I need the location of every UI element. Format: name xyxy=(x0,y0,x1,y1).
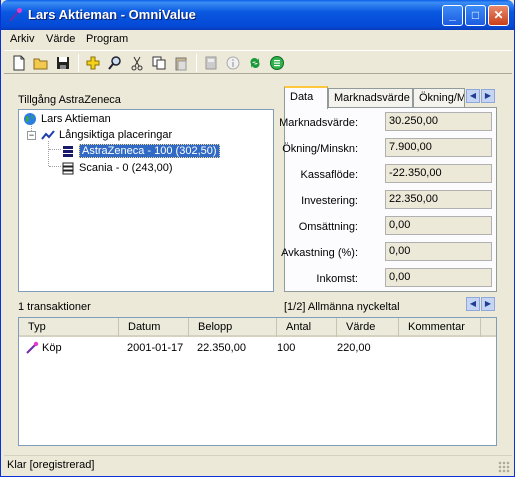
field-label: Marknadsvärde: xyxy=(279,117,358,129)
tree-node-scania[interactable]: Scania - 0 (243,00) xyxy=(61,160,173,176)
info-icon[interactable] xyxy=(224,54,242,72)
toolbar-separator xyxy=(78,54,79,72)
paste-icon[interactable] xyxy=(172,54,190,72)
field-label: Inkomst: xyxy=(316,273,358,285)
menu-program[interactable]: Program xyxy=(86,33,128,45)
page-indicator: [1/2] Allmänna nyckeltal xyxy=(284,301,400,313)
tab-marknadsvarde[interactable]: Marknadsvärde xyxy=(328,88,413,108)
omsattning-field: 0,00 xyxy=(385,216,492,235)
cell-typ: Köp xyxy=(42,342,62,354)
list-icon[interactable] xyxy=(268,54,286,72)
page-prev-icon[interactable]: ◀ xyxy=(466,297,480,311)
menu-varde[interactable]: Värde xyxy=(46,33,75,45)
menu-arkiv[interactable]: Arkiv xyxy=(10,33,34,45)
field-label: Avkastning (%): xyxy=(281,247,358,259)
field-label: Investering: xyxy=(301,195,358,207)
status-text: Klar [oregistrerad] xyxy=(7,459,95,471)
data-tab-panel: Marknadsvärde: 30.250,00 Ökning/Minskn: … xyxy=(279,107,497,292)
window-title: Lars Aktieman - OmniValue xyxy=(28,7,196,22)
marknadsvarde-field: 30.250,00 xyxy=(385,112,492,131)
column-typ[interactable]: Typ xyxy=(19,318,119,337)
toolbar-separator xyxy=(196,54,197,72)
status-bar: Klar [oregistrerad] xyxy=(4,455,512,475)
close-button[interactable]: ✕ xyxy=(488,5,509,26)
app-wand-icon xyxy=(9,8,22,22)
okning-minskn-field: 7.900,00 xyxy=(385,138,492,157)
menu-bar: Arkiv Värde Program xyxy=(4,30,512,49)
tree-node-group[interactable]: Långsiktiga placeringar xyxy=(41,127,172,143)
tab-okning-minskn[interactable]: Ökning/Minskn xyxy=(413,88,465,108)
asset-tree[interactable]: Lars Aktieman − Långsiktiga placeringar … xyxy=(18,109,274,292)
tree-panel-label: Tillgång AstraZeneca xyxy=(18,94,121,106)
minimize-button[interactable]: _ xyxy=(442,5,463,26)
scroll-left-icon[interactable]: ◀ xyxy=(466,89,480,103)
field-label: Ökning/Minskn: xyxy=(282,143,358,155)
tree-node-root[interactable]: Lars Aktieman xyxy=(23,111,111,127)
tree-line xyxy=(48,141,49,166)
tree-item-label: AstraZeneca - 100 (302,50) xyxy=(79,144,220,158)
collapse-toggle[interactable]: − xyxy=(27,131,36,140)
title-bar[interactable]: Lars Aktieman - OmniValue _ □ ✕ xyxy=(1,0,514,30)
transaction-count: 1 transaktioner xyxy=(18,301,91,313)
cell-belopp: 22.350,00 xyxy=(197,342,246,354)
tree-group-label: Långsiktiga placeringar xyxy=(59,129,173,141)
refresh-icon[interactable] xyxy=(246,54,264,72)
investering-field: 22.350,00 xyxy=(385,190,492,209)
avkastning-field: 0,00 xyxy=(385,242,492,261)
scroll-right-icon[interactable]: ▶ xyxy=(481,89,495,103)
field-label: Kassaflöde: xyxy=(300,169,358,181)
inkomst-field: 0,00 xyxy=(385,268,492,287)
cut-icon[interactable] xyxy=(128,54,146,72)
resize-grip-icon[interactable] xyxy=(498,461,510,473)
asset-stack-icon xyxy=(63,146,73,157)
column-belopp[interactable]: Belopp xyxy=(189,318,277,337)
save-icon[interactable] xyxy=(54,54,72,72)
list-header: Typ Datum Belopp Antal Värde Kommentar xyxy=(19,318,496,337)
table-row[interactable]: Köp 2001-01-17 22.350,00 100 220,00 xyxy=(19,340,496,357)
cell-antal: 100 xyxy=(277,342,296,354)
transactions-list[interactable]: Typ Datum Belopp Antal Värde Kommentar K… xyxy=(18,317,497,446)
calculator-icon[interactable] xyxy=(202,54,220,72)
tree-line xyxy=(49,166,61,167)
cell-datum: 2001-01-17 xyxy=(127,342,184,354)
search-icon[interactable] xyxy=(106,54,124,72)
maximize-button[interactable]: □ xyxy=(465,5,486,26)
globe-icon xyxy=(24,113,36,125)
add-icon[interactable] xyxy=(84,54,102,72)
trend-chart-icon xyxy=(41,130,55,140)
page-scroll-buttons: ◀ ▶ xyxy=(466,297,496,312)
tab-scroll-buttons: ◀ ▶ xyxy=(466,89,496,104)
cell-varde: 220,00 xyxy=(337,342,371,354)
field-label: Omsättning: xyxy=(298,221,358,233)
column-varde[interactable]: Värde xyxy=(337,318,399,337)
tab-data[interactable]: Data xyxy=(284,86,328,109)
page-next-icon[interactable]: ▶ xyxy=(481,297,495,311)
asset-stack-icon xyxy=(62,162,74,175)
app-window: Lars Aktieman - OmniValue _ □ ✕ Arkiv Vä… xyxy=(0,0,515,477)
column-antal[interactable]: Antal xyxy=(277,318,337,337)
toolbar xyxy=(4,50,512,74)
kassaflode-field: -22.350,00 xyxy=(385,164,492,183)
column-kommentar[interactable]: Kommentar xyxy=(399,318,481,337)
buy-wand-icon xyxy=(26,341,39,354)
tree-root-label: Lars Aktieman xyxy=(41,113,111,125)
copy-icon[interactable] xyxy=(150,54,168,72)
tree-node-astrazeneca[interactable]: AstraZeneca - 100 (302,50) xyxy=(61,143,220,159)
column-datum[interactable]: Datum xyxy=(119,318,189,337)
new-icon[interactable] xyxy=(10,54,28,72)
tree-item-label: Scania - 0 (243,00) xyxy=(79,162,173,174)
tree-line xyxy=(49,149,61,150)
open-folder-icon[interactable] xyxy=(32,54,50,72)
